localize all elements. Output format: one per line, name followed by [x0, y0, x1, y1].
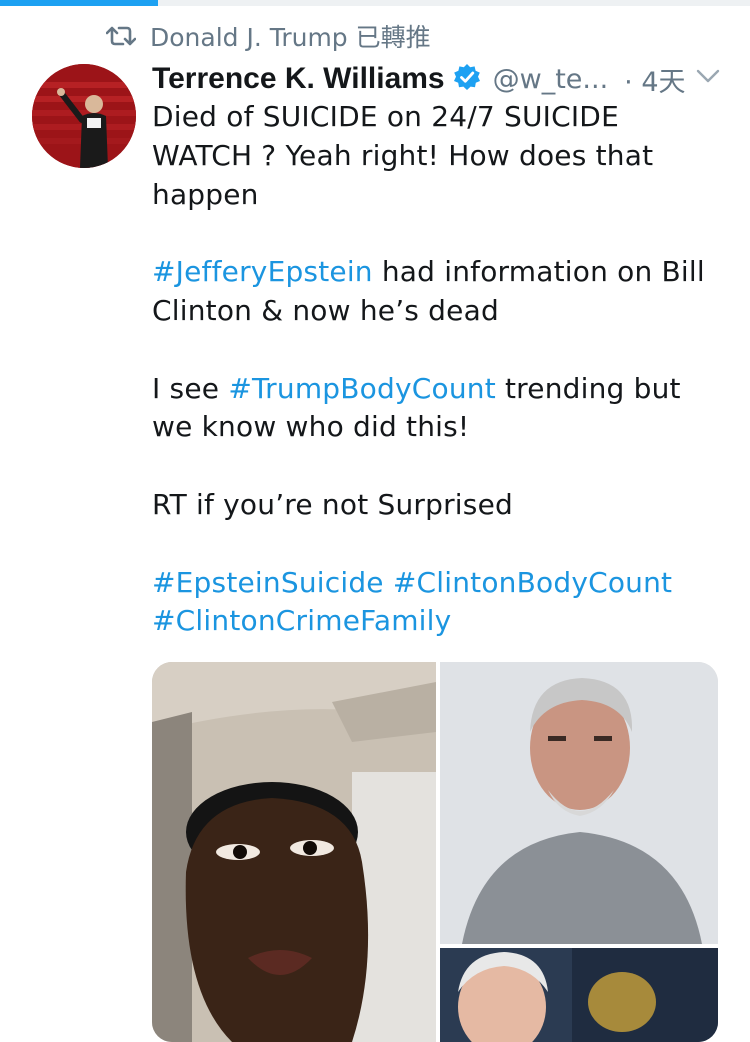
text-line: I see #TrumpBodyCount trending but	[152, 370, 732, 409]
text-line: Clinton & now he’s dead	[152, 293, 499, 327]
hashtag-link[interactable]: #EpsteinSuicide	[152, 566, 384, 599]
text-line: Died of SUICIDE on 24/7 SUICIDE	[152, 100, 619, 133]
text-line: happen	[152, 177, 259, 211]
text-line: WATCH ? Yeah right! How does that	[152, 138, 654, 172]
hashtag-link[interactable]: #TrumpBodyCount	[228, 372, 496, 405]
text-fragment: trending but	[495, 371, 681, 405]
chevron-down-icon[interactable]	[696, 68, 720, 88]
text-line: #ClintonCrimeFamily	[152, 602, 732, 641]
retweet-icon	[106, 24, 150, 48]
text-fragment: had information on Bill	[372, 255, 705, 289]
user-handle[interactable]: @w_te...	[493, 64, 609, 95]
tweet-text: Died of SUICIDE on 24/7 SUICIDE WATCH ? …	[152, 98, 732, 641]
text-line: #EpsteinSuicide #ClintonBodyCount	[152, 564, 732, 603]
text-fragment: I see	[152, 371, 229, 405]
progress-fill	[0, 0, 158, 6]
text-line: we know who did this!	[152, 410, 470, 444]
tweet-timestamp[interactable]: · 4天	[624, 60, 685, 99]
text-line: RT if you’re not Surprised	[152, 487, 513, 521]
tweet-header: Terrence K. Williams @w_te... · 4天	[152, 56, 732, 102]
hashtag-link[interactable]: #ClintonCrimeFamily	[152, 604, 451, 637]
display-name[interactable]: Terrence K. Williams	[152, 62, 445, 96]
loading-progress-bar	[0, 0, 750, 6]
verified-badge-icon	[453, 63, 481, 95]
retweeted-by-text: Donald J. Trump 已轉推	[150, 23, 431, 52]
retweet-context[interactable]: Donald J. Trump 已轉推	[106, 18, 431, 54]
tweet-media-image[interactable]	[152, 662, 718, 1042]
avatar[interactable]	[32, 64, 136, 168]
hashtag-link[interactable]: #JefferyEpstein	[152, 255, 373, 288]
hashtag-link[interactable]: #ClintonBodyCount	[393, 566, 672, 599]
text-line: #JefferyEpstein had information on Bill	[152, 253, 732, 292]
